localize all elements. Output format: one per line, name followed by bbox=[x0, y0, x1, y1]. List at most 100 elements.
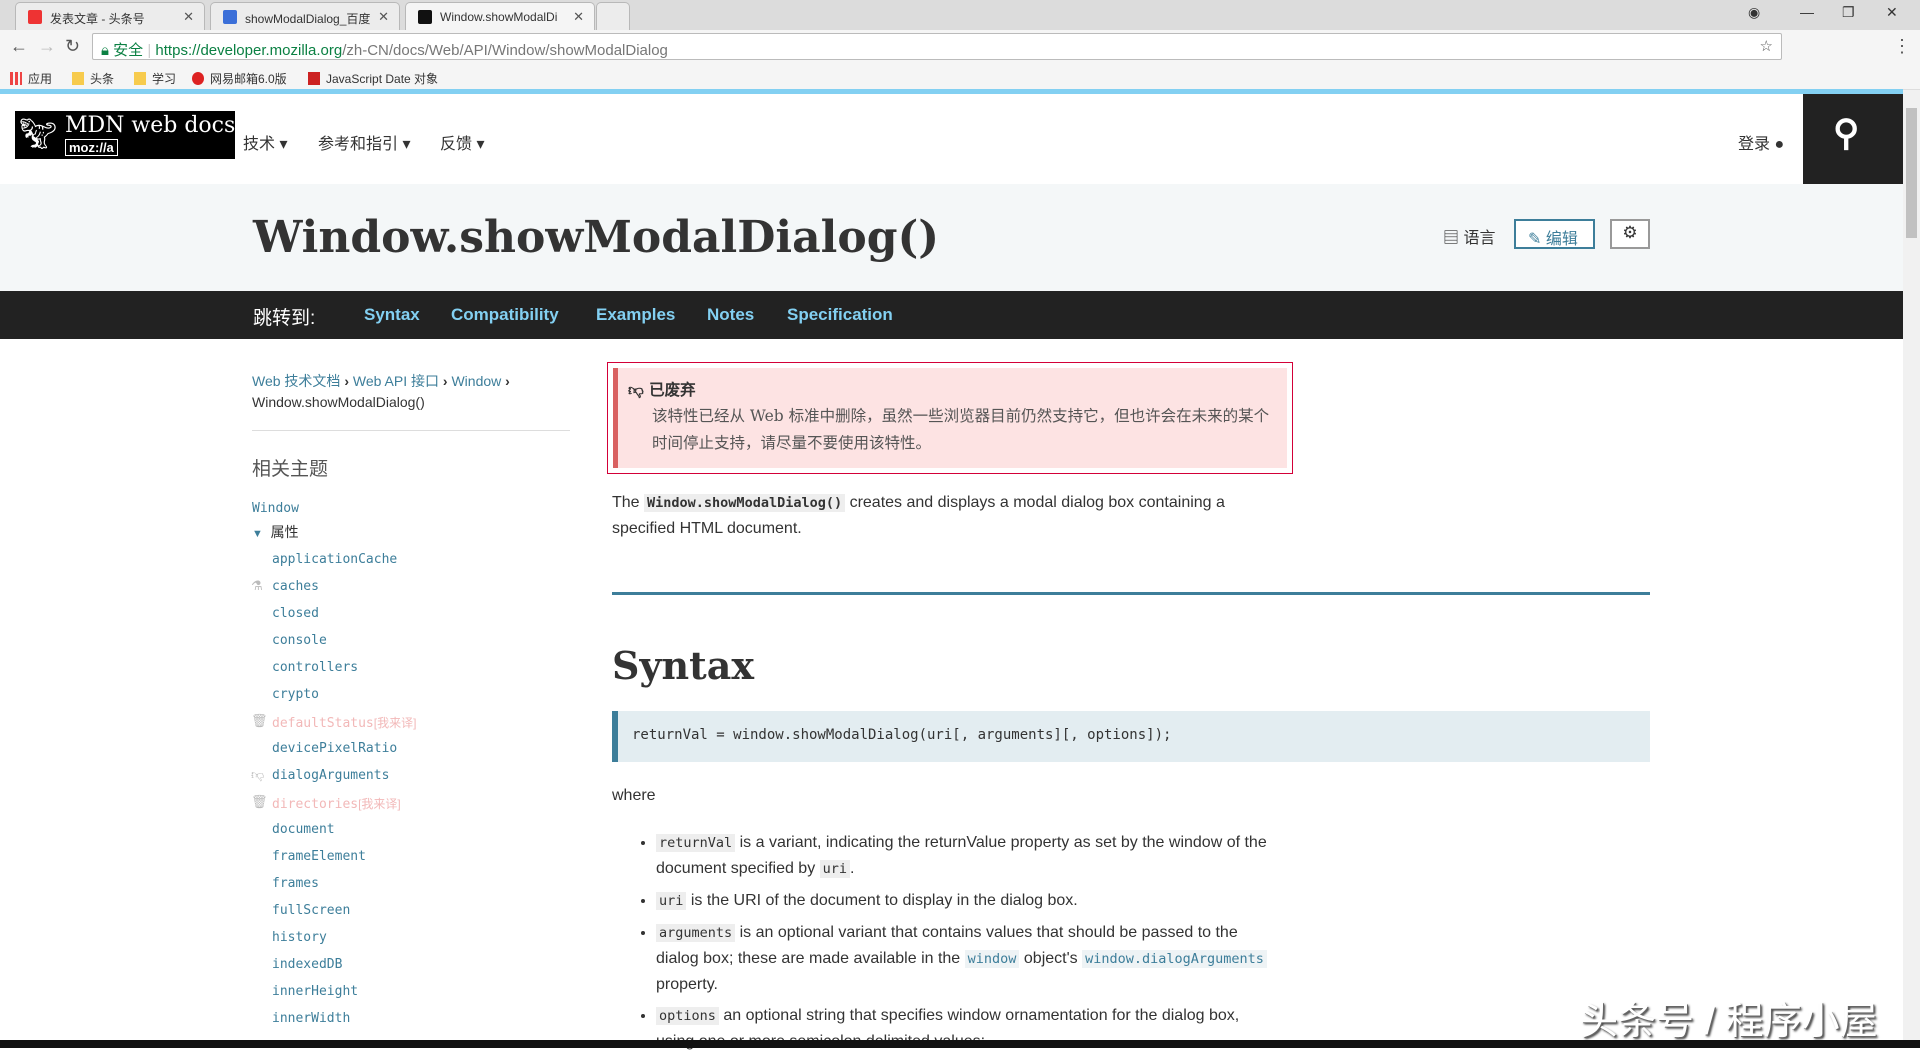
profile-icon[interactable]: ◉ bbox=[1748, 4, 1760, 21]
translate-tag[interactable]: [我来译] bbox=[358, 797, 401, 811]
search-icon: ⚲ bbox=[1833, 112, 1860, 153]
jump-examples[interactable]: Examples bbox=[596, 305, 675, 325]
toutiao-favicon-icon bbox=[28, 10, 42, 24]
breadcrumb-window[interactable]: Window bbox=[451, 373, 501, 389]
sidebar-item-label: innerWidth bbox=[272, 1011, 351, 1026]
sidebar-item-indexeddb[interactable]: indexedDB bbox=[272, 957, 342, 972]
sidebar-item-closed[interactable]: closed bbox=[272, 606, 319, 621]
tab-title: 发表文章 - 头条号 bbox=[50, 12, 145, 26]
close-tab-icon[interactable]: ✕ bbox=[573, 9, 584, 25]
sidebar-item-label: caches bbox=[272, 579, 319, 594]
new-tab-button[interactable] bbox=[596, 2, 630, 30]
sidebar-item-fullscreen[interactable]: fullScreen bbox=[272, 903, 350, 918]
notice-text: 该特性已经从 Web 标准中删除，虽然一些浏览器目前仍然支持它，但也许会在未来的… bbox=[652, 407, 1270, 452]
sidebar-item-document[interactable]: document bbox=[272, 822, 335, 837]
sidebar-item-frameelement[interactable]: frameElement bbox=[272, 849, 366, 864]
sidebar-item-frames[interactable]: frames bbox=[272, 876, 319, 891]
nav-feedback[interactable]: 反馈 ▾ bbox=[440, 130, 485, 154]
reload-icon[interactable]: ↻ bbox=[65, 36, 80, 57]
intro-paragraph: The Window.showModalDialog() creates and… bbox=[612, 494, 1225, 537]
window-link[interactable]: window bbox=[964, 950, 1020, 968]
translate-tag[interactable]: [我来译] bbox=[374, 716, 417, 730]
language-button[interactable]: ▤ 语言 bbox=[1443, 224, 1495, 248]
taskbar bbox=[0, 1040, 1920, 1048]
sidebar-properties-toggle[interactable]: ▼ 属性 bbox=[252, 522, 299, 542]
close-tab-icon[interactable]: ✕ bbox=[378, 9, 389, 25]
minimize-icon[interactable]: — bbox=[1800, 4, 1814, 20]
mdn-favicon-icon bbox=[418, 10, 432, 24]
sidebar-item-controllers[interactable]: controllers bbox=[272, 660, 358, 675]
tab-bar: 发表文章 - 头条号 ✕ showModalDialog_百度 ✕ Window.s… bbox=[0, 0, 1920, 30]
edit-button[interactable]: ✎ 编辑 bbox=[1514, 219, 1595, 249]
sidebar-item-crypto[interactable]: crypto bbox=[272, 687, 319, 702]
sidebar-item-label: crypto bbox=[272, 687, 319, 702]
sidebar-item-caches[interactable]: ⚗ caches bbox=[251, 579, 319, 594]
sidebar-item-applicationcache[interactable]: applicationCache bbox=[272, 552, 397, 567]
breadcrumb-web-api[interactable]: Web API 接口 bbox=[353, 373, 439, 389]
syntax-code-block: returnVal = window.showModalDialog(uri[,… bbox=[612, 711, 1650, 762]
maximize-icon[interactable]: ❐ bbox=[1842, 4, 1855, 21]
menu-icon[interactable]: ⋮ bbox=[1893, 36, 1911, 57]
scrollbar[interactable] bbox=[1903, 90, 1920, 1040]
related-topics-heading: 相关主题 bbox=[252, 459, 329, 480]
trash-icon: 🗑︎ bbox=[251, 795, 268, 810]
tab-baidu[interactable]: showModalDialog_百度 ✕ bbox=[210, 2, 400, 30]
url-input[interactable]: 🔒︎ 安全 | https://developer.mozilla.org/zh… bbox=[92, 33, 1782, 60]
sidebar-window-link[interactable]: Window bbox=[252, 501, 299, 516]
notice-title: 已废弃 bbox=[649, 380, 696, 399]
star-icon[interactable]: ☆ bbox=[1760, 37, 1773, 55]
apps-grid-icon bbox=[10, 72, 22, 85]
sidebar-item-innerheight[interactable]: innerHeight bbox=[272, 984, 358, 999]
breadcrumb: Web 技术文档 › Web API 接口 › Window › bbox=[252, 373, 510, 389]
breadcrumb-web-docs[interactable]: Web 技术文档 bbox=[252, 373, 340, 389]
dialog-arguments-link[interactable]: window.dialogArguments bbox=[1082, 950, 1267, 968]
search-button[interactable]: ⚲ bbox=[1803, 94, 1903, 184]
bookmark-apps[interactable]: 应用 bbox=[10, 70, 52, 87]
page-title: Window.showModalDialog() bbox=[253, 212, 940, 263]
w3school-icon bbox=[308, 72, 320, 85]
settings-button[interactable]: ⚙ bbox=[1610, 219, 1650, 249]
sidebar-item-directories[interactable]: 🗑︎ directories[我来译] bbox=[251, 795, 401, 812]
bookmarks-bar: 应用 头条 学习 网易邮箱6.0版 JavaScript Date 对象 bbox=[0, 64, 1920, 90]
sidebar-item-label: history bbox=[272, 930, 327, 945]
github-icon: ● bbox=[1774, 136, 1785, 153]
mdn-logo[interactable]: 🦖︎ MDN web docs moz://a bbox=[15, 111, 235, 159]
thumbs-down-icon: 👎︎ bbox=[628, 380, 644, 399]
url-path: /zh-CN/docs/Web/API/Window/showModalDial… bbox=[342, 42, 668, 59]
baidu-favicon-icon bbox=[223, 10, 237, 24]
divider bbox=[252, 430, 570, 431]
bookmark-folder-study[interactable]: 学习 bbox=[134, 70, 176, 87]
bookmark-js-date[interactable]: JavaScript Date 对象 bbox=[308, 70, 438, 87]
sidebar-item-label: fullScreen bbox=[272, 903, 351, 918]
netease-icon bbox=[192, 72, 204, 85]
sidebar-item-dialogarguments[interactable]: 👎︎ dialogArguments bbox=[251, 768, 389, 783]
jump-notes[interactable]: Notes bbox=[707, 305, 754, 325]
jump-syntax[interactable]: Syntax bbox=[364, 305, 420, 325]
caret-down-icon: ▼ bbox=[252, 528, 263, 540]
tab-mdn[interactable]: Window.showModalDi ✕ bbox=[405, 2, 595, 30]
sidebar-item-history[interactable]: history bbox=[272, 930, 327, 945]
jump-compatibility[interactable]: Compatibility bbox=[451, 305, 559, 325]
back-icon[interactable]: ← bbox=[10, 36, 28, 57]
sidebar-item-devicepixelratio[interactable]: devicePixelRatio bbox=[272, 741, 397, 756]
syntax-heading: Syntax bbox=[612, 643, 754, 688]
jump-specification[interactable]: Specification bbox=[787, 305, 893, 325]
folder-icon bbox=[134, 72, 146, 85]
close-window-icon[interactable]: ✕ bbox=[1886, 4, 1898, 21]
sidebar-item-defaultstatus[interactable]: 🗑︎ defaultStatus[我来译] bbox=[251, 714, 417, 731]
login-link[interactable]: 登录 ● bbox=[1738, 130, 1784, 154]
forward-icon[interactable]: → bbox=[38, 36, 56, 57]
tab-toutiao[interactable]: 发表文章 - 头条号 ✕ bbox=[15, 2, 205, 30]
sidebar-item-innerwidth[interactable]: innerWidth bbox=[272, 1011, 350, 1026]
thumbs-down-icon: 👎︎ bbox=[251, 768, 265, 783]
bookmark-163-mail[interactable]: 网易邮箱6.0版 bbox=[192, 70, 287, 87]
title-area: Window.showModalDialog() ▤ 语言 ✎ 编辑 ⚙ bbox=[0, 184, 1903, 291]
bookmark-folder-toutiao[interactable]: 头条 bbox=[72, 70, 114, 87]
nav-references[interactable]: 参考和指引 ▾ bbox=[318, 130, 411, 154]
jump-to-bar: 跳转到: Syntax Compatibility Examples Notes… bbox=[0, 291, 1903, 339]
nav-technologies[interactable]: 技术 ▾ bbox=[243, 130, 288, 154]
sidebar-item-label: directories bbox=[272, 797, 359, 812]
sidebar-item-console[interactable]: console bbox=[272, 633, 327, 648]
trash-icon: 🗑︎ bbox=[251, 714, 268, 729]
close-tab-icon[interactable]: ✕ bbox=[183, 9, 194, 25]
